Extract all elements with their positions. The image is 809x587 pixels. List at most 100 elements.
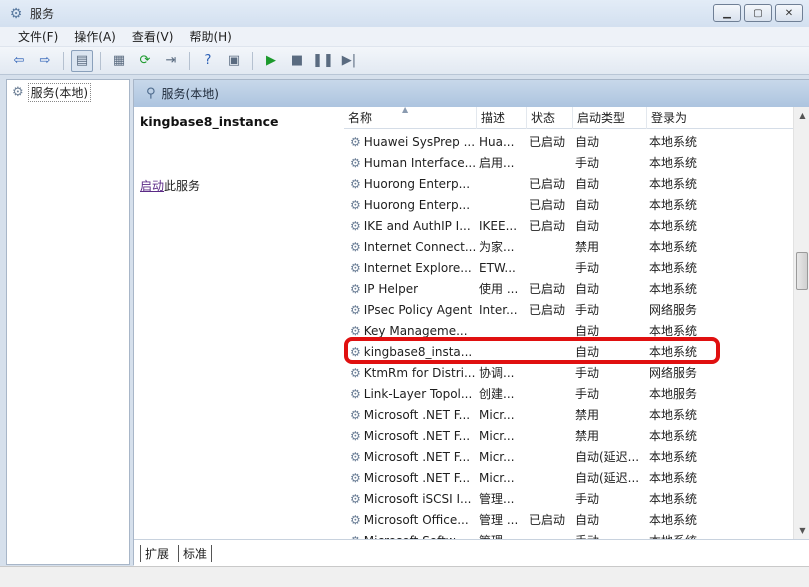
refresh-icon[interactable]: ⟳ xyxy=(134,50,156,72)
search-gear-icon: ⚲ xyxy=(146,86,156,101)
service-start-cell: 自动 xyxy=(575,135,600,149)
table-row[interactable]: ⚙ Internet Explore... ETW... 手动 本地系统 xyxy=(344,257,794,278)
service-start-cell: 手动 xyxy=(575,156,600,170)
service-desc-cell: 管理... xyxy=(479,492,515,506)
table-row[interactable]: ⚙ Human Interface... 启用... 手动 本地系统 xyxy=(344,152,794,173)
table-row[interactable]: ⚙ Microsoft .NET F... Micr... 禁用 本地系统 xyxy=(344,425,794,446)
maximize-button[interactable]: ▢ xyxy=(744,4,772,22)
table-row[interactable]: ⚙ Microsoft .NET F... Micr... 自动(延迟... 本地系统 xyxy=(344,467,794,488)
tab-extended[interactable]: 扩展 xyxy=(140,545,173,562)
service-name-cell: ⚙ Microsoft .NET F... xyxy=(344,408,477,422)
service-desc-cell: Hua... xyxy=(479,134,515,149)
table-row[interactable]: ⚙ IKE and AuthIP I... IKEE... 已启动 自动 本地系统 xyxy=(344,215,794,236)
column-header-startup-type[interactable]: 启动类型 xyxy=(573,107,647,129)
service-name: Internet Connect... xyxy=(363,239,477,254)
service-name: Huorong Enterp... xyxy=(363,197,471,212)
column-header-description[interactable]: 描述 xyxy=(477,107,527,129)
service-name: Microsoft .NET F... xyxy=(363,428,471,443)
service-status-cell: 已启动 xyxy=(529,135,566,149)
service-logon-cell: 本地系统 xyxy=(649,261,698,275)
menu-view[interactable]: 查看(V) xyxy=(124,28,182,45)
service-gear-icon: ⚙ xyxy=(350,197,361,212)
forward-arrow-icon[interactable]: ⇨ xyxy=(34,50,56,72)
service-name: Link-Layer Topol... xyxy=(363,386,473,401)
service-status-cell: 已启动 xyxy=(529,198,566,212)
service-name-cell: ⚙ Internet Explore... xyxy=(344,261,477,275)
minimize-button[interactable]: ▁ xyxy=(713,4,741,22)
service-desc-cell: 管理 ... xyxy=(479,513,519,527)
restart-icon[interactable]: ▶| xyxy=(338,50,360,72)
service-name: Human Interface... xyxy=(363,155,477,170)
service-name-cell: ⚙ IP Helper xyxy=(344,282,477,296)
properties-icon[interactable]: ▦ xyxy=(108,50,130,72)
service-gear-icon: ⚙ xyxy=(350,428,361,443)
start-service-suffix: 此服务 xyxy=(164,179,201,193)
column-header-name[interactable]: ▲ 名称 xyxy=(344,107,477,129)
service-name: IP Helper xyxy=(363,281,419,296)
service-gear-icon: ⚙ xyxy=(350,386,361,401)
service-logon-cell: 本地系统 xyxy=(649,282,698,296)
service-logon-cell: 本地系统 xyxy=(649,240,698,254)
menu-file[interactable]: 文件(F) xyxy=(10,28,66,45)
start-service-link[interactable]: 启动 xyxy=(140,179,164,193)
service-gear-icon: ⚙ xyxy=(350,449,361,464)
column-header-log-on-as[interactable]: 登录为 xyxy=(647,107,787,129)
service-name: Microsoft iSCSI I... xyxy=(363,491,472,506)
show-tree-icon[interactable]: ▤ xyxy=(71,49,93,72)
service-gear-icon: ⚙ xyxy=(350,407,361,422)
vertical-scrollbar[interactable]: ▲ ▼ xyxy=(793,107,809,539)
tree-item-services-local[interactable]: ⚙ 服务(本地) xyxy=(12,83,129,102)
column-header-status[interactable]: 状态 xyxy=(527,107,573,129)
play-icon[interactable]: ▶ xyxy=(260,50,282,72)
description-panel: kingbase8_instance 启动此服务 xyxy=(134,107,340,539)
service-start-cell: 手动 xyxy=(573,532,647,539)
service-status-cell: 已启动 xyxy=(529,303,566,317)
service-name: KtmRm for Distri... xyxy=(363,365,476,380)
table-row[interactable]: ⚙ Huorong Enterp... 已启动 自动 本地系统 xyxy=(344,194,794,215)
status-bar xyxy=(0,566,809,587)
service-name-cell: ⚙ Huorong Enterp... xyxy=(344,198,477,212)
pane-title: 服务(本地) xyxy=(161,87,219,101)
services-gear-icon: ⚙ xyxy=(9,5,23,22)
table-row[interactable]: ⚙ Internet Connect... 为家... 禁用 本地系统 xyxy=(344,236,794,257)
services-pane: ⚲ 服务(本地) kingbase8_instance 启动此服务 ▲ 名称 描… xyxy=(133,79,809,566)
scroll-up-icon[interactable]: ▲ xyxy=(794,107,809,124)
service-logon-cell: 本地服务 xyxy=(649,387,698,401)
menu-action[interactable]: 操作(A) xyxy=(66,28,124,45)
console-icon[interactable]: ▣ xyxy=(223,50,245,72)
table-row[interactable]: ⚙ Microsoft iSCSI I... 管理... 手动 本地系统 xyxy=(344,488,794,509)
export-list-icon[interactable]: ⇥ xyxy=(160,50,182,72)
table-row[interactable]: ⚙ Huorong Enterp... 已启动 自动 本地系统 xyxy=(344,173,794,194)
table-row[interactable]: ⚙ IPsec Policy Agent Inter... 已启动 手动 网络服务 xyxy=(344,299,794,320)
close-button[interactable]: ✕ xyxy=(775,4,803,22)
stop-icon[interactable]: ■ xyxy=(286,50,308,72)
table-row[interactable]: ⚙ Microsoft Office... 管理 ... 已启动 自动 本地系统 xyxy=(344,509,794,530)
back-arrow-icon[interactable]: ⇦ xyxy=(8,50,30,72)
service-logon-cell: 本地系统 xyxy=(649,219,698,233)
table-row[interactable]: ⚙ Link-Layer Topol... 创建... 手动 本地服务 xyxy=(344,383,794,404)
service-logon-cell: 本地系统 xyxy=(649,450,698,464)
service-gear-icon: ⚙ xyxy=(350,134,361,149)
pause-icon[interactable]: ❚❚ xyxy=(312,50,334,72)
service-name-cell: ⚙ Huawei SysPrep ... xyxy=(344,135,477,149)
table-row[interactable]: ⚙ Microsoft .NET F... Micr... 自动(延迟... 本地系统 xyxy=(344,446,794,467)
scrollbar-thumb[interactable] xyxy=(796,252,808,290)
service-name: IPsec Policy Agent xyxy=(363,302,473,317)
table-row[interactable]: ⚙ IP Helper 使用 ... 已启动 自动 本地系统 xyxy=(344,278,794,299)
service-desc-cell: 使用 ... xyxy=(479,282,519,296)
table-row[interactable]: ⚙ KtmRm for Distri... 协调... 手动 网络服务 xyxy=(344,362,794,383)
help-icon[interactable]: ? xyxy=(197,50,219,72)
table-row[interactable]: ⚙ Microsoft .NET F... Micr... 禁用 本地系统 xyxy=(344,404,794,425)
service-desc-cell: 管理... xyxy=(477,532,527,539)
menu-help[interactable]: 帮助(H) xyxy=(181,28,239,45)
service-name-cell: ⚙ IPsec Policy Agent xyxy=(344,303,477,317)
scroll-down-icon[interactable]: ▼ xyxy=(794,522,809,539)
toolbar-separator xyxy=(189,51,190,70)
table-row[interactable]: ⚙Microsoft Softw...管理...手动本地系统 xyxy=(344,530,794,540)
tab-standard[interactable]: 标准 xyxy=(178,545,213,562)
service-start-cell: 自动 xyxy=(575,198,600,212)
table-row[interactable]: ⚙ Huawei SysPrep ... Hua... 已启动 自动 本地系统 xyxy=(344,131,794,152)
service-name-cell: ⚙ Internet Connect... xyxy=(344,240,477,254)
service-name: Huawei SysPrep ... xyxy=(363,134,476,149)
service-name-cell: ⚙ Microsoft .NET F... xyxy=(344,429,477,443)
